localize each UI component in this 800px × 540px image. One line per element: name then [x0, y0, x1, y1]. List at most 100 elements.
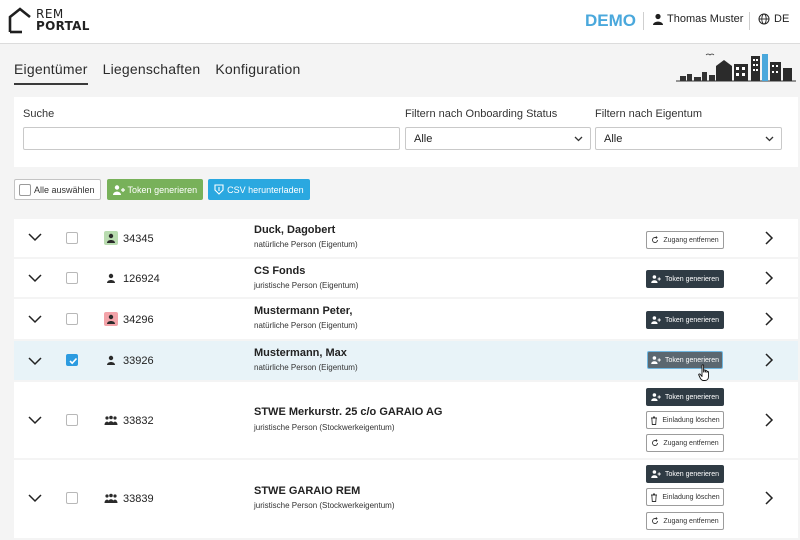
- chevron-right-icon[interactable]: [764, 312, 774, 326]
- owner-type: natürliche Person (Eigentum): [254, 363, 358, 372]
- chevron-down-icon[interactable]: [28, 314, 42, 324]
- language-label: DE: [774, 13, 790, 25]
- property-filter-value: Alle: [604, 133, 623, 145]
- row-checkbox[interactable]: [66, 354, 78, 366]
- trash-icon: [651, 493, 658, 502]
- chevron-down-icon[interactable]: [28, 415, 42, 425]
- owner-name: Mustermann Peter,: [254, 305, 353, 317]
- language-switcher[interactable]: DE: [758, 13, 789, 25]
- city-skyline-illustration: [676, 53, 796, 82]
- remove-access-button[interactable]: Zugang entfernen: [646, 512, 724, 530]
- download-csv-button[interactable]: CSV herunterladen: [208, 179, 310, 200]
- select-all-button[interactable]: Alle auswählen: [14, 179, 101, 200]
- checkmark-icon: [69, 357, 78, 365]
- owner-id: 33832: [123, 415, 154, 427]
- trash-icon: [651, 416, 658, 425]
- tab-liegenschaften[interactable]: Liegenschaften: [103, 61, 201, 85]
- select-all-checkbox[interactable]: [19, 183, 31, 196]
- chevron-right-icon[interactable]: [764, 491, 774, 505]
- search-input[interactable]: [23, 127, 400, 150]
- add-user-icon: [651, 470, 661, 478]
- filter-panel: Suche Filtern nach Onboarding Status All…: [14, 97, 798, 167]
- chevron-down-icon: [574, 136, 583, 142]
- owner-type: juristische Person (Eigentum): [254, 281, 359, 290]
- chevron-right-icon[interactable]: [764, 353, 774, 367]
- remove-access-label: Zugang entfernen: [663, 439, 719, 447]
- row-checkbox[interactable]: [66, 313, 78, 325]
- search-label: Suche: [23, 108, 55, 120]
- generate-token-button[interactable]: Token generieren: [646, 311, 724, 329]
- user-icon: [653, 13, 663, 25]
- onboarding-filter-select[interactable]: Alle: [405, 127, 591, 150]
- house-logo-icon: [8, 7, 31, 34]
- add-user-icon: [651, 393, 661, 401]
- chevron-down-icon: [765, 136, 774, 142]
- owner-row[interactable]: 34296 Mustermann Peter, natürliche Perso…: [14, 299, 798, 339]
- owner-name: CS Fonds: [254, 265, 306, 277]
- generate-token-button[interactable]: Token generieren: [646, 270, 724, 288]
- environment-label: DEMO: [585, 11, 636, 30]
- owner-type: juristische Person (Stockwerkeigentum): [254, 501, 395, 510]
- generate-tokens-button[interactable]: Token generieren: [106, 179, 204, 200]
- property-filter-label: Filtern nach Eigentum: [595, 108, 702, 120]
- owner-row[interactable]: 33839 STWE GARAIO REM juristische Person…: [14, 460, 798, 538]
- hand-pointer-cursor-icon: [698, 364, 709, 381]
- generate-tokens-label: Token generieren: [127, 184, 198, 195]
- group-icon: [104, 413, 118, 427]
- delete-invitation-label: Einladung löschen: [662, 416, 720, 424]
- add-user-icon: [112, 184, 125, 195]
- chevron-down-icon[interactable]: [28, 232, 42, 242]
- refresh-icon: [652, 517, 659, 524]
- row-checkbox[interactable]: [66, 492, 78, 504]
- chevron-down-icon[interactable]: [28, 273, 42, 283]
- row-checkbox[interactable]: [66, 414, 78, 426]
- download-shield-icon: [214, 184, 224, 195]
- logo-line-2: PORTAL: [36, 19, 90, 33]
- chevron-right-icon[interactable]: [764, 231, 774, 245]
- generate-token-label: Token generieren: [664, 470, 720, 478]
- chevron-down-icon[interactable]: [28, 356, 42, 366]
- user-menu[interactable]: Thomas Muster: [652, 13, 743, 25]
- delete-invitation-label: Einladung löschen: [662, 493, 720, 501]
- header-divider: [749, 12, 750, 30]
- owner-row[interactable]: 34345 Duck, Dagobert natürliche Person (…: [14, 219, 798, 257]
- delete-invitation-button[interactable]: Einladung löschen: [646, 488, 724, 506]
- owner-row[interactable]: 33832 STWE Merkurstr. 25 c/o GARAIO AG j…: [14, 382, 798, 458]
- remove-access-label: Zugang entfernen: [663, 236, 719, 244]
- delete-invitation-button[interactable]: Einladung löschen: [646, 411, 724, 429]
- owner-id: 33926: [123, 355, 154, 367]
- owner-type: natürliche Person (Eigentum): [254, 321, 358, 330]
- chevron-right-icon[interactable]: [764, 413, 774, 427]
- property-filter-select[interactable]: Alle: [595, 127, 782, 150]
- owner-name: STWE GARAIO REM: [254, 485, 361, 497]
- owner-name: Mustermann, Max: [254, 347, 347, 359]
- logo-text: REM PORTAL: [36, 8, 90, 32]
- person-icon: [104, 353, 118, 367]
- remove-access-button[interactable]: Zugang entfernen: [646, 231, 724, 249]
- main-tabs: Eigentümer Liegenschaften Konfiguration: [14, 61, 315, 85]
- chevron-right-icon[interactable]: [764, 271, 774, 285]
- tab-konfiguration[interactable]: Konfiguration: [215, 61, 300, 85]
- top-header: REM PORTAL DEMO Thomas Muster DE: [0, 0, 800, 44]
- row-checkbox[interactable]: [66, 232, 78, 244]
- owner-row[interactable]: 126924 CS Fonds juristische Person (Eige…: [14, 259, 798, 297]
- generate-token-label: Token generieren: [664, 356, 720, 364]
- onboarding-filter-value: Alle: [414, 133, 433, 145]
- rem-portal-logo[interactable]: REM PORTAL: [8, 6, 90, 34]
- owner-type: juristische Person (Stockwerkeigentum): [254, 423, 395, 432]
- globe-icon: [758, 13, 770, 25]
- add-user-icon: [651, 275, 661, 283]
- row-checkbox[interactable]: [66, 272, 78, 284]
- owner-id: 126924: [123, 273, 160, 285]
- refresh-icon: [652, 439, 659, 446]
- remove-access-button[interactable]: Zugang entfernen: [646, 434, 724, 452]
- tab-eigentuemer[interactable]: Eigentümer: [14, 61, 88, 85]
- group-icon: [104, 491, 118, 505]
- add-user-icon: [651, 356, 661, 364]
- add-user-icon: [651, 316, 661, 324]
- generate-token-button[interactable]: Token generieren: [646, 465, 724, 483]
- chevron-down-icon[interactable]: [28, 493, 42, 503]
- owner-row[interactable]: 33926 Mustermann, Max natürliche Person …: [14, 341, 798, 380]
- generate-token-button[interactable]: Token generieren: [646, 388, 724, 406]
- person-icon: [104, 271, 118, 285]
